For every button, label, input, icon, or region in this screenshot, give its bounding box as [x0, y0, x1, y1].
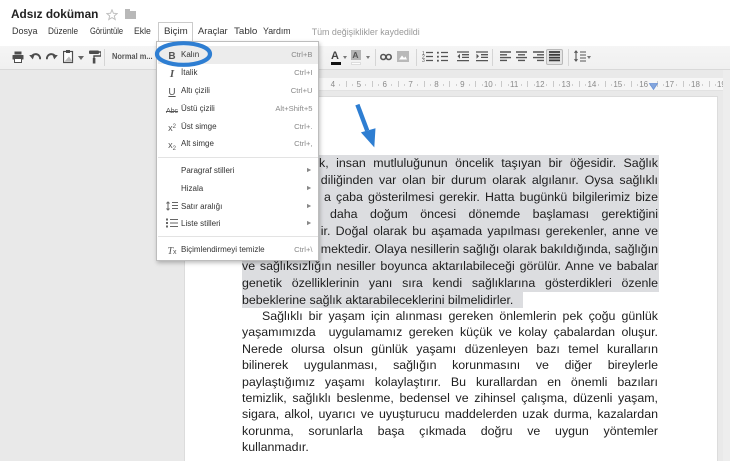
svg-text:3: 3	[422, 58, 425, 62]
